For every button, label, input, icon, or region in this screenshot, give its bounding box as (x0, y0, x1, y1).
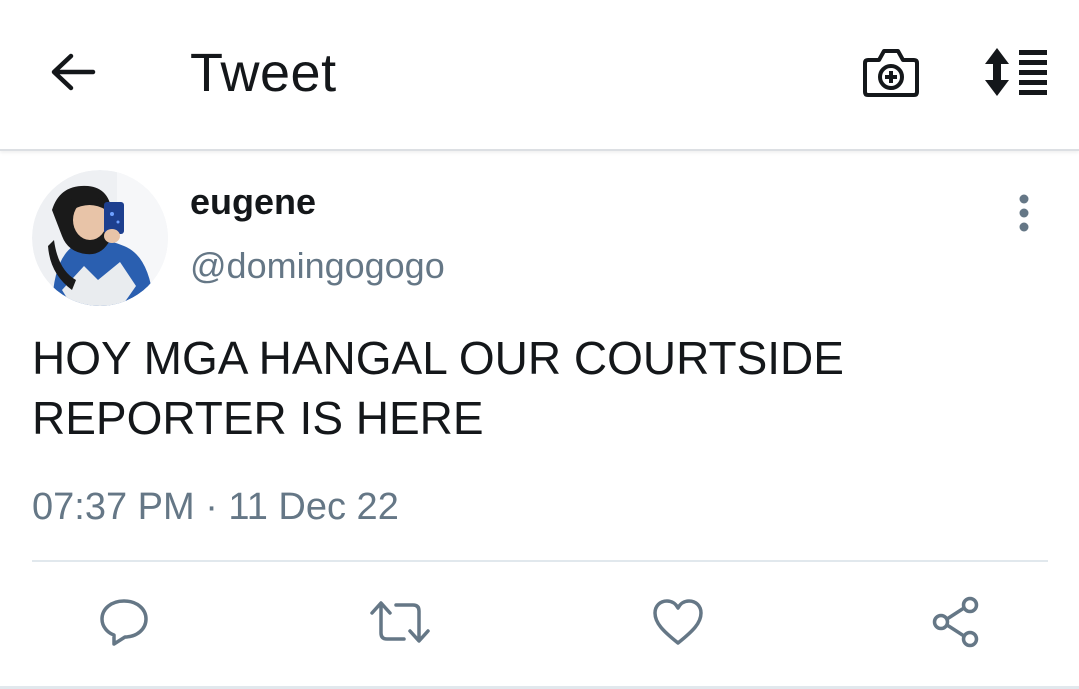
share-button[interactable] (924, 594, 988, 654)
tweet-text: HOY MGA HANGAL OUR COURTSIDE REPORTER IS… (32, 332, 844, 444)
sort-button[interactable] (980, 44, 1052, 104)
tweet-timestamp: 07:37 PM · 11 Dec 22 (32, 486, 399, 528)
page-title: Tweet (190, 43, 337, 103)
arrow-left-icon (49, 52, 97, 97)
reply-icon (98, 597, 150, 652)
avatar[interactable] (32, 170, 168, 306)
divider (32, 560, 1048, 562)
share-icon (928, 595, 984, 654)
camera-plus-icon (862, 46, 920, 103)
more-vertical-icon (1017, 193, 1031, 238)
retweet-icon (368, 597, 432, 652)
back-button[interactable] (40, 45, 106, 103)
more-options-button[interactable] (1002, 190, 1046, 240)
display-name[interactable]: eugene (190, 180, 316, 224)
retweet-button[interactable] (368, 594, 432, 654)
reply-button[interactable] (92, 594, 156, 654)
camera-button[interactable] (858, 44, 924, 104)
sort-list-icon (983, 46, 1049, 103)
like-icon (651, 597, 705, 652)
tweet-detail-screen: Tweet eugene @domingogogo HOY MGA HANGAL… (0, 0, 1079, 689)
app-bar: Tweet (0, 0, 1079, 151)
username[interactable]: @domingogogo (190, 244, 445, 288)
like-button[interactable] (646, 594, 710, 654)
